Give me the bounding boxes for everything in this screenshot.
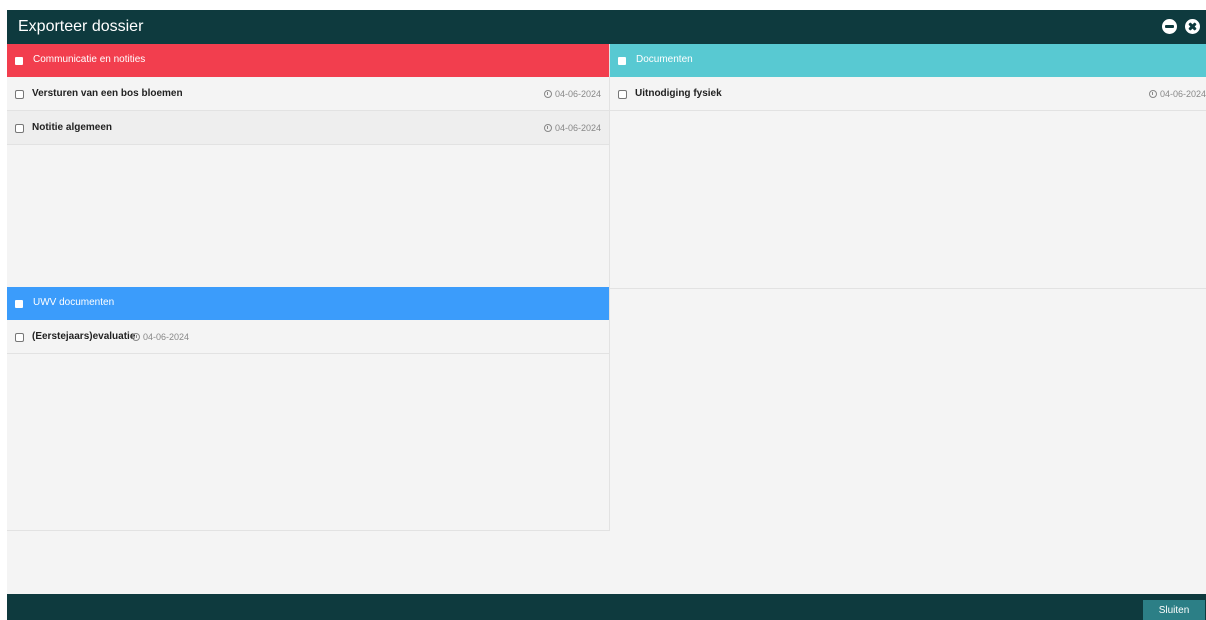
panel-uwv-title: UWV documenten — [33, 297, 115, 308]
item-date: 04-06-2024 — [1148, 88, 1206, 100]
panel-communicatie-header: Communicatie en notities — [7, 44, 609, 77]
item-label: Versturen van een bos bloemen — [32, 88, 183, 99]
panel-uwv: UWV documenten (Eerstejaars)evaluatie 04… — [7, 287, 610, 531]
select-all-uwv-checkbox[interactable] — [15, 300, 23, 308]
item-checkbox[interactable] — [618, 90, 627, 99]
list-item: (Eerstejaars)evaluatie 04-06-2024 — [7, 320, 609, 354]
item-date: 04-06-2024 — [543, 122, 601, 134]
export-dossier-dialog: Exporteer dossier Communicatie en notiti… — [7, 10, 1206, 620]
list-item: Uitnodiging fysiek 04-06-2024 — [610, 77, 1206, 111]
panel-uwv-header: UWV documenten — [7, 287, 609, 320]
select-all-documenten-checkbox[interactable] — [618, 57, 626, 65]
item-checkbox[interactable] — [15, 90, 24, 99]
list-item: Versturen van een bos bloemen 04-06-2024 — [7, 77, 609, 111]
panel-communicatie: Communicatie en notities Versturen van e… — [7, 44, 610, 289]
item-checkbox[interactable] — [15, 124, 24, 133]
panel-communicatie-title: Communicatie en notities — [33, 54, 146, 65]
list-item: Notitie algemeen 04-06-2024 — [7, 111, 609, 145]
minimize-icon[interactable] — [1162, 19, 1177, 34]
dialog-footer: Sluiten — [7, 594, 1206, 620]
panel-documenten: Documenten Uitnodiging fysiek 04-06-2024 — [610, 44, 1206, 289]
panel-documenten-title: Documenten — [636, 54, 693, 65]
clock-icon — [132, 333, 140, 341]
clock-icon — [543, 124, 552, 132]
close-icon[interactable] — [1185, 19, 1200, 34]
dialog-titlebar: Exporteer dossier — [7, 10, 1206, 44]
item-label: Notitie algemeen — [32, 122, 113, 133]
clock-icon — [543, 90, 552, 98]
select-all-communicatie-checkbox[interactable] — [15, 57, 23, 65]
item-date: 04-06-2024 — [132, 331, 189, 343]
close-button[interactable]: Sluiten — [1143, 600, 1205, 620]
item-date: 04-06-2024 — [543, 88, 601, 100]
item-checkbox[interactable] — [15, 333, 24, 342]
dialog-title: Exporteer dossier — [18, 18, 144, 35]
item-label: Uitnodiging fysiek — [635, 88, 722, 99]
item-label: (Eerstejaars)evaluatie — [32, 331, 136, 342]
panel-documenten-header: Documenten — [610, 44, 1206, 77]
clock-icon — [1148, 90, 1157, 98]
